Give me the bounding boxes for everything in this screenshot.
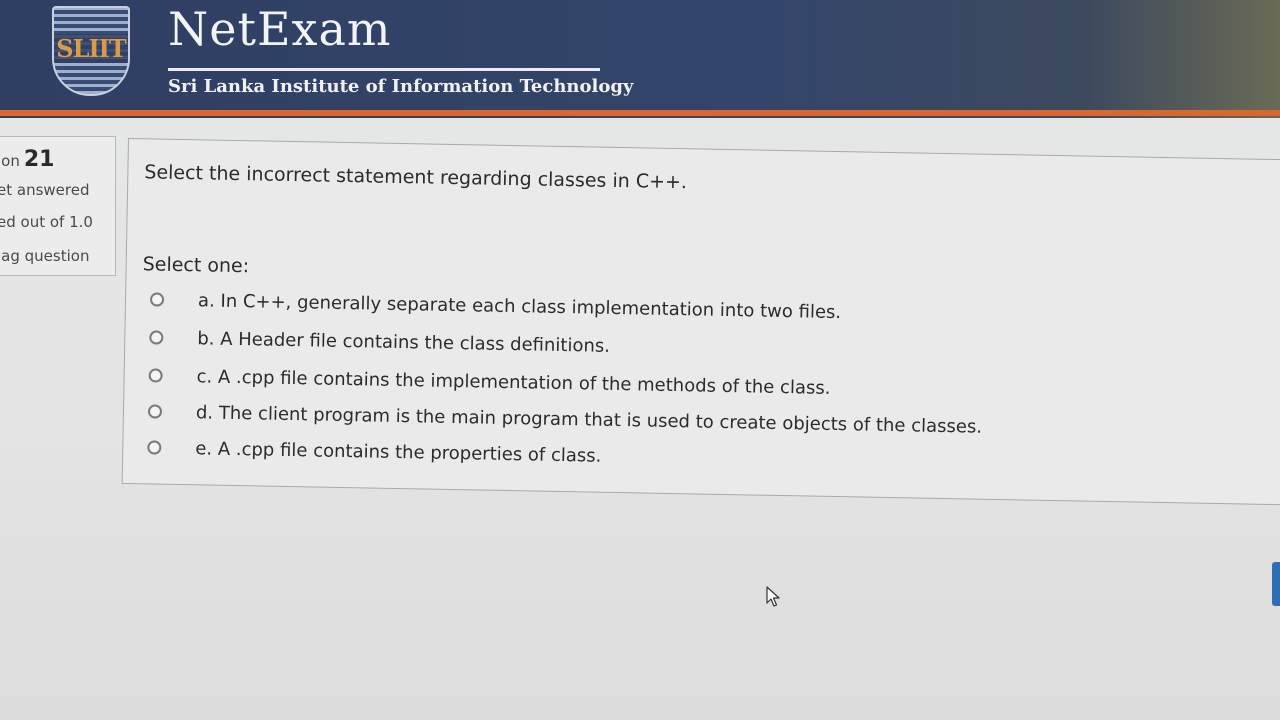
option-label[interactable]: e. A .cpp file contains the properties o… [195, 438, 601, 466]
radio-button[interactable] [148, 368, 163, 383]
select-one-prompt: Select one: [142, 253, 250, 278]
question-panel: Select the incorrect statement regarding… [121, 138, 1280, 506]
question-marks: ed out of 1.0 [0, 213, 93, 231]
brand-subtitle: Sri Lanka Institute of Information Techn… [168, 76, 634, 97]
site-header: SLIIT NetExam Sri Lanka Institute of Inf… [0, 0, 1280, 118]
option-label[interactable]: b. A Header file contains the class defi… [197, 328, 610, 357]
radio-button[interactable] [149, 330, 164, 345]
option-label[interactable]: a. In C++, generally separate each class… [198, 290, 841, 323]
answer-option-b[interactable]: b. A Header file contains the class defi… [149, 323, 610, 359]
brand-divider [168, 68, 600, 71]
question-number: 21 [23, 147, 55, 172]
logo-text: SLIIT [54, 34, 128, 63]
radio-button[interactable] [147, 404, 163, 419]
answer-option-a[interactable]: a. In C++, generally separate each class… [149, 285, 842, 326]
radio-button[interactable] [147, 440, 162, 455]
question-text: Select the incorrect statement regarding… [144, 161, 688, 194]
radio-button[interactable] [149, 292, 165, 307]
side-navigation-tab[interactable] [1272, 562, 1280, 606]
option-label[interactable]: d. The client program is the main progra… [196, 402, 982, 437]
question-info-panel: ion21 et answered ed out of 1.0 lag ques… [0, 136, 116, 276]
question-number-row: ion21 [0, 147, 54, 172]
question-state: et answered [0, 181, 90, 199]
question-label: ion [0, 152, 20, 170]
brand-title: NetExam [168, 2, 392, 56]
flag-question-link[interactable]: lag question [0, 247, 89, 265]
answer-option-c[interactable]: c. A .cpp file contains the implementati… [148, 361, 831, 401]
header-accent-bar [0, 110, 1280, 116]
answer-option-d[interactable]: d. The client program is the main progra… [147, 397, 983, 440]
mouse-pointer-icon [766, 586, 780, 607]
answer-option-e[interactable]: e. A .cpp file contains the properties o… [147, 433, 602, 469]
option-label[interactable]: c. A .cpp file contains the implementati… [196, 366, 830, 399]
sliit-logo[interactable]: SLIIT [52, 6, 130, 96]
